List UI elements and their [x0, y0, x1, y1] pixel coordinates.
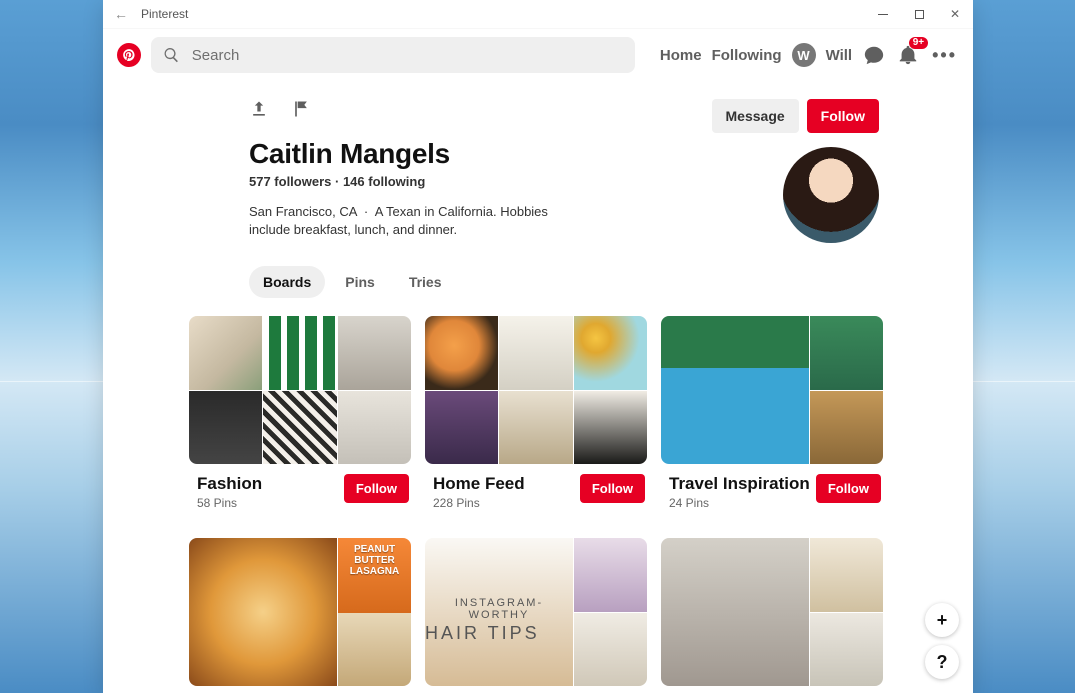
board-thumbnail — [810, 316, 883, 390]
window-title: Pinterest — [139, 7, 188, 21]
board-thumbnail — [189, 316, 262, 390]
messages-icon[interactable] — [862, 43, 886, 67]
search-box[interactable] — [151, 37, 635, 73]
profile-tabs: Boards Pins Tries — [103, 256, 973, 316]
add-fab[interactable]: + — [925, 603, 959, 637]
board-card[interactable]: Wedding ideas 32 Pins Follow — [661, 538, 883, 693]
tab-tries[interactable]: Tries — [395, 266, 456, 298]
follow-board-button[interactable]: Follow — [580, 474, 645, 503]
tab-pins[interactable]: Pins — [331, 266, 389, 298]
board-thumbnail — [499, 391, 572, 465]
nav-following[interactable]: Following — [712, 47, 782, 64]
board-pin-count: 58 Pins — [197, 496, 262, 510]
board-thumbnail — [661, 538, 809, 686]
pinterest-logo-icon[interactable] — [117, 43, 141, 67]
window-controls: ✕ — [865, 0, 973, 28]
flag-icon[interactable] — [291, 99, 311, 124]
board-thumbnail — [189, 538, 337, 686]
profile-bio: San Francisco, CA · A Texan in Californi… — [249, 203, 569, 238]
board-thumbnail — [661, 316, 809, 464]
message-button[interactable]: Message — [712, 99, 799, 133]
minimize-button[interactable] — [865, 0, 901, 28]
search-icon — [163, 46, 180, 64]
tab-boards[interactable]: Boards — [249, 266, 325, 298]
board-thumbnail — [263, 316, 336, 390]
more-menu-icon[interactable]: ••• — [930, 45, 959, 66]
follow-board-button[interactable]: Follow — [344, 474, 409, 503]
board-thumbnail — [499, 316, 572, 390]
nav-home[interactable]: Home — [660, 47, 702, 64]
board-thumbnail — [189, 391, 262, 465]
board-thumbnail — [810, 391, 883, 465]
app-window: ← Pinterest ✕ Home Following W Will 9+ •… — [103, 0, 973, 693]
board-card[interactable]: Fashion 58 Pins Follow — [189, 316, 411, 510]
boards-grid: Fashion 58 Pins Follow — [103, 316, 973, 693]
board-pin-count: 24 Pins — [669, 496, 810, 510]
user-name-label[interactable]: Will — [826, 47, 853, 64]
notification-badge: 9+ — [909, 37, 928, 49]
back-button[interactable]: ← — [103, 6, 139, 22]
board-thumbnail: INSTAGRAM-WORTHY HAIR TIPS — [425, 538, 573, 686]
follow-profile-button[interactable]: Follow — [807, 99, 879, 133]
board-thumbnail: PEANUT BUTTER LASAGNA — [338, 538, 411, 618]
board-thumbnail — [810, 613, 883, 687]
board-card[interactable]: PEANUT BUTTER LASAGNA Food & Drink 74 Pi… — [189, 538, 411, 693]
board-thumbnail — [425, 316, 498, 390]
board-thumbnail — [574, 613, 647, 687]
board-title: Home Feed — [433, 474, 525, 494]
profile-location: San Francisco, CA — [249, 204, 357, 219]
board-title: Travel Inspiration — [669, 474, 810, 494]
board-thumbnail — [338, 316, 411, 390]
board-thumbnail — [263, 391, 336, 465]
close-button[interactable]: ✕ — [937, 0, 973, 28]
search-input[interactable] — [190, 46, 623, 65]
board-thumbnail — [810, 538, 883, 612]
followers-count[interactable]: 577 followers — [249, 174, 331, 189]
board-card[interactable]: Home Feed 228 Pins Follow — [425, 316, 647, 510]
following-count[interactable]: 146 following — [343, 174, 425, 189]
profile-avatar[interactable] — [783, 147, 879, 243]
board-title: Fashion — [197, 474, 262, 494]
user-avatar-small[interactable]: W — [792, 43, 816, 67]
app-header: Home Following W Will 9+ ••• — [103, 29, 973, 81]
follow-board-button[interactable]: Follow — [816, 474, 881, 503]
board-thumbnail — [574, 391, 647, 465]
maximize-button[interactable] — [901, 0, 937, 28]
title-bar: ← Pinterest ✕ — [103, 0, 973, 29]
help-fab[interactable]: ? — [925, 645, 959, 679]
profile-section: Caitlin Mangels 577 followers · 146 foll… — [103, 81, 973, 256]
board-thumbnail — [574, 316, 647, 390]
board-pin-count: 228 Pins — [433, 496, 525, 510]
share-icon[interactable] — [249, 99, 269, 124]
main-content: Caitlin Mangels 577 followers · 146 foll… — [103, 81, 973, 693]
profile-name: Caitlin Mangels — [249, 138, 569, 170]
notifications-icon[interactable]: 9+ — [896, 43, 920, 67]
board-card[interactable]: Travel Inspiration 24 Pins Follow — [661, 316, 883, 510]
profile-stats: 577 followers · 146 following — [249, 174, 569, 189]
board-thumbnail — [338, 391, 411, 465]
board-thumbnail — [338, 613, 411, 687]
board-thumbnail — [574, 538, 647, 612]
board-card[interactable]: INSTAGRAM-WORTHY HAIR TIPS Hair & Beauty… — [425, 538, 647, 693]
board-thumbnail — [425, 391, 498, 465]
